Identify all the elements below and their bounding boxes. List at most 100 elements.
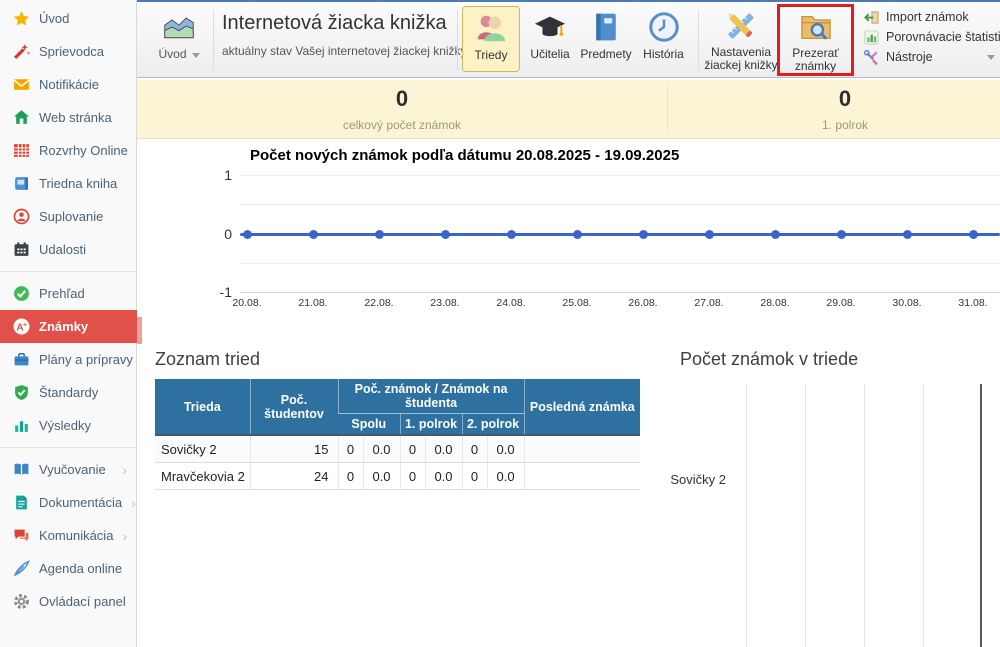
value-cell: 0 (462, 435, 487, 463)
students-icon (474, 7, 508, 49)
sidebar-item-udalosti[interactable]: Udalosti (0, 233, 136, 266)
sidebar-item-label: Vyučovanie (39, 462, 106, 477)
svg-text:+: + (23, 320, 28, 329)
sidebar-item-vyucovanie[interactable]: Vyučovanie › (0, 453, 136, 486)
sidebar-item-triedna-kniha[interactable]: Triedna kniha (0, 167, 136, 200)
ucitelia-label: Učitelia (530, 48, 569, 61)
header-group: Poč. známok / Známok na študenta (338, 379, 524, 414)
historia-button[interactable]: História (636, 6, 691, 72)
sidebar-item-uvod[interactable]: Úvod (0, 2, 136, 35)
sidebar-item-label: Štandardy (39, 385, 98, 400)
ucitelia-button[interactable]: Učitelia (524, 6, 576, 72)
value-cell (524, 435, 640, 463)
toolbar-separator (213, 10, 214, 70)
sidebar-item-label: Ovládací panel (39, 594, 126, 609)
magic-wand-icon (13, 43, 30, 60)
classes-table-body: Sovičky 21500.000.000.0Mravčekovia 22400… (155, 435, 640, 490)
nastavenia-label: Nastavenia žiackej knižky (703, 46, 779, 72)
shield-check-icon (13, 384, 30, 401)
sidebar-item-plany-a-pripravy[interactable]: Plány a prípravy (0, 343, 136, 376)
porovnavacie-statistiky-label: Porovnávacie štatistiky (886, 30, 1000, 44)
sidebar-item-dokumentacia[interactable]: Dokumentácia › (0, 486, 136, 519)
sidebar-item-znamky[interactable]: A+ Známky (0, 310, 137, 343)
value-cell: 0.0 (363, 463, 400, 490)
value-cell: 0.0 (363, 435, 400, 463)
import-arrow-icon (864, 10, 879, 25)
nastroje-item[interactable]: Nástroje (864, 48, 933, 66)
check-circle-icon (13, 285, 30, 302)
value-cell: 0 (400, 463, 425, 490)
sidebar-item-vysledky[interactable]: Výsledky (0, 409, 136, 442)
sidebar-item-agenda-online[interactable]: Agenda online (0, 552, 136, 585)
header-posledna-znamka[interactable]: Posledná známka (524, 379, 640, 435)
class-name-cell: Sovičky 2 (155, 435, 250, 463)
ruler-pencil-icon (724, 6, 758, 46)
nastroje-label: Nástroje (886, 50, 933, 64)
table-row[interactable]: Mravčekovia 22400.000.000.0 (155, 463, 640, 490)
data-point (507, 230, 516, 239)
x-tick-label: 25.08. (547, 297, 607, 309)
star-icon (13, 10, 30, 27)
value-cell: 0 (338, 435, 363, 463)
calendar-icon (13, 241, 30, 258)
sidebar-item-rozvrhy-online[interactable]: Rozvrhy Online (0, 134, 136, 167)
vertical-gridline (864, 384, 865, 647)
sidebar-item-prehlad[interactable]: Prehľad (0, 277, 136, 310)
predmety-label: Predmety (580, 48, 631, 61)
nav-uvod-button[interactable]: Úvod (148, 6, 210, 72)
header-2-polrok[interactable]: 2. polrok (462, 414, 524, 436)
data-point (375, 230, 384, 239)
x-tick-label: 22.08. (349, 297, 409, 309)
value-cell (524, 463, 640, 490)
data-point (837, 230, 846, 239)
triedy-button[interactable]: Triedy (462, 6, 520, 72)
quill-pen-icon (13, 560, 30, 577)
x-tick-label: 24.08. (481, 297, 541, 309)
sidebar-item-web-stranka[interactable]: Web stránka (0, 101, 136, 134)
gridline (240, 263, 1000, 264)
stats-bars-icon (864, 30, 879, 45)
triedy-label: Triedy (475, 49, 508, 62)
table-row[interactable]: Sovičky 21500.000.000.0 (155, 435, 640, 463)
stat-total-grades: 0 celkový počet známok (252, 86, 552, 132)
sidebar-item-label: Výsledky (39, 418, 91, 433)
sidebar-item-standardy[interactable]: Štandardy (0, 376, 136, 409)
grade-a-plus-icon: A+ (13, 318, 30, 335)
header-trieda[interactable]: Trieda (155, 379, 250, 435)
sidebar-separator (0, 271, 136, 272)
import-znamok-item[interactable]: Import známok (864, 8, 969, 26)
prezerat-znamky-button[interactable]: Prezerať známky (780, 7, 851, 73)
header-1-polrok[interactable]: 1. polrok (400, 414, 462, 436)
caret-down-icon (192, 53, 200, 58)
sidebar-item-label: Dokumentácia (39, 495, 122, 510)
bar-chart-icon (13, 417, 30, 434)
class-grades-categories: Sovičky 2 (640, 384, 736, 574)
sidebar-item-komunikacia[interactable]: Komunikácia › (0, 519, 136, 552)
sidebar-item-notifikacie[interactable]: Notifikácie (0, 68, 136, 101)
page-title: Internetová žiacka knižka (222, 12, 447, 35)
data-point (309, 230, 318, 239)
open-book-icon (13, 461, 30, 478)
x-tick-label: 26.08. (613, 297, 673, 309)
stats-bar: 0 celkový počet známok 0 1. polrok (137, 80, 1000, 139)
stat-first-term: 0 1. polrok (695, 86, 995, 132)
x-tick-label: 29.08. (811, 297, 871, 309)
sidebar-item-sprievodca[interactable]: Sprievodca (0, 35, 136, 68)
data-point (573, 230, 582, 239)
sidebar-item-suplovanie[interactable]: Suplovanie (0, 200, 136, 233)
nav-uvod-label: Úvod (158, 47, 186, 61)
header-poc-studentov[interactable]: Poč. študentov (250, 379, 338, 435)
caret-down-icon[interactable] (987, 55, 995, 60)
header-spolu[interactable]: Spolu (338, 414, 400, 436)
predmety-button[interactable]: Predmety (578, 6, 634, 72)
sidebar-item-ovladaci-panel[interactable]: Ovládací panel (0, 585, 136, 618)
porovnavacie-statistiky-item[interactable]: Porovnávacie štatistiky (864, 28, 1000, 46)
nastavenia-button[interactable]: Nastavenia žiackej knižky (703, 6, 779, 72)
prezerat-znamky-label: Prezerať známky (786, 47, 846, 73)
sidebar-item-label: Komunikácia (39, 528, 113, 543)
x-axis-line (240, 292, 1000, 293)
stats-divider (667, 86, 668, 130)
house-icon (13, 109, 30, 126)
value-cell: 0.0 (487, 435, 524, 463)
sidebar-item-label: Rozvrhy Online (39, 143, 128, 158)
